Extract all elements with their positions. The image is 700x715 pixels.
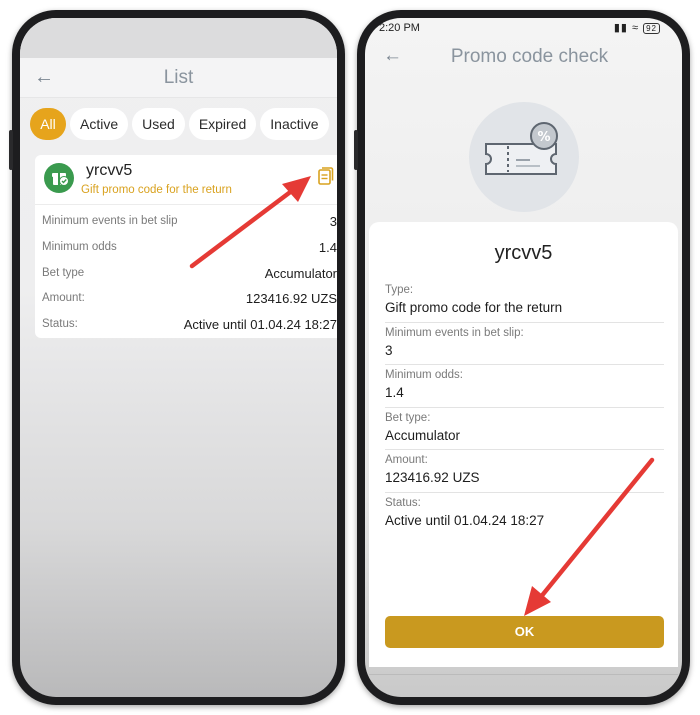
detail-row: Status: Active until 01.04.24 18:27: [35, 313, 337, 339]
chip-used[interactable]: Used: [132, 108, 185, 140]
svg-text:%: %: [537, 130, 550, 145]
detail-value: 123416.92 UZS: [245, 291, 337, 307]
status-bar: 2:20 PM ▮▮ ≈ 92: [365, 18, 682, 40]
chip-active[interactable]: Active: [70, 108, 129, 140]
promo-code: yrcvv5: [86, 162, 133, 179]
detail-row: Minimum odds 1.4: [35, 236, 337, 262]
detail-key: Amount:: [42, 292, 85, 305]
status-icons: ▮▮ ≈ 92: [614, 21, 660, 34]
volume-button: [9, 130, 13, 170]
field-bet-type: Bet type: Accumulator: [385, 408, 664, 451]
detail-row: Amount: 123416.92 UZS: [35, 287, 337, 313]
field-key: Minimum odds:: [385, 369, 463, 382]
field-amount: Amount: 123416.92 UZS: [385, 450, 664, 493]
field-type: Type: Gift promo code for the return: [385, 280, 664, 323]
field-key: Type:: [385, 284, 414, 296]
promo-card[interactable]: yrcvv5 Gift promo code for the return Mi…: [35, 155, 337, 338]
field-key: Bet type:: [385, 411, 431, 424]
detail-value: Accumulator: [264, 265, 337, 281]
field-value: Gift promo code for the return: [385, 300, 563, 315]
page-title: Promo code check: [450, 46, 609, 67]
promo-details-sheet: yrcvv5 Type: Gift promo code for the ret…: [369, 222, 678, 667]
detail-value: Active until 01.04.24 18:27: [183, 317, 337, 333]
list-header: ← List: [20, 58, 337, 98]
field-value: Accumulator: [385, 427, 461, 443]
field-key: Amount:: [385, 454, 428, 467]
field-min-events: Minimum events in bet slip: 3: [385, 323, 664, 366]
field-value: 3: [385, 342, 393, 358]
promo-check-header: ← Promo code check: [365, 40, 682, 78]
right-phone-frame: 2:20 PM ▮▮ ≈ 92 ← Promo code check % yrc…: [354, 10, 690, 705]
field-value: 123416.92 UZS: [385, 470, 480, 486]
ticket-icon: %: [469, 102, 579, 212]
right-screen: 2:20 PM ▮▮ ≈ 92 ← Promo code check % yrc…: [365, 18, 682, 697]
status-time: 2:20 PM: [379, 22, 420, 34]
detail-value: 3: [329, 214, 337, 229]
detail-key: Minimum events in bet slip: [42, 215, 178, 227]
filter-chips: All Active Used Expired Inactive: [30, 108, 337, 142]
field-value: Active until 01.04.24 18:27: [385, 512, 545, 528]
battery-icon: 92: [643, 23, 660, 34]
field-value: 1.4: [385, 385, 404, 401]
copy-icon[interactable]: [317, 166, 335, 186]
detail-key: Minimum odds: [42, 240, 117, 253]
chip-inactive[interactable]: Inactive: [260, 108, 329, 140]
chip-expired[interactable]: Expired: [188, 108, 257, 140]
left-phone-frame: ← List All Active Used Expired Inactive yrcv…: [9, 10, 345, 705]
gift-icon: [44, 163, 74, 193]
signal-icon: ▮▮: [613, 22, 628, 34]
left-screen: ← List All Active Used Expired Inactive yrcv…: [20, 18, 337, 697]
promo-code: yrcvv5: [494, 242, 553, 264]
wifi-icon: ≈: [631, 22, 640, 34]
detail-row: Minimum events in bet slip 3: [35, 210, 337, 236]
field-key: Status:: [385, 496, 421, 509]
field-min-odds: Minimum odds: 1.4: [385, 365, 664, 408]
field-status: Status: Active until 01.04.24 18:27: [385, 493, 664, 536]
promo-card-header: yrcvv5 Gift promo code for the return: [35, 155, 337, 205]
promo-type: Gift promo code for the return: [81, 184, 232, 196]
promo-details: Minimum events in bet slip 3 Minimum odd…: [35, 210, 337, 339]
ok-button[interactable]: OK: [385, 616, 664, 648]
chip-all[interactable]: All: [30, 108, 66, 140]
detail-row: Bet type Accumulator: [35, 262, 337, 288]
field-key: Minimum events in bet slip:: [385, 326, 524, 339]
volume-button: [354, 130, 358, 170]
left-status-area: [20, 18, 337, 58]
home-indicator: [369, 674, 678, 675]
detail-key: Status:: [42, 318, 78, 331]
detail-key: Bet type: [42, 266, 85, 279]
detail-value: 1.4: [318, 239, 337, 255]
promo-fields: Type: Gift promo code for the return Min…: [385, 280, 664, 536]
page-title: List: [163, 67, 194, 88]
